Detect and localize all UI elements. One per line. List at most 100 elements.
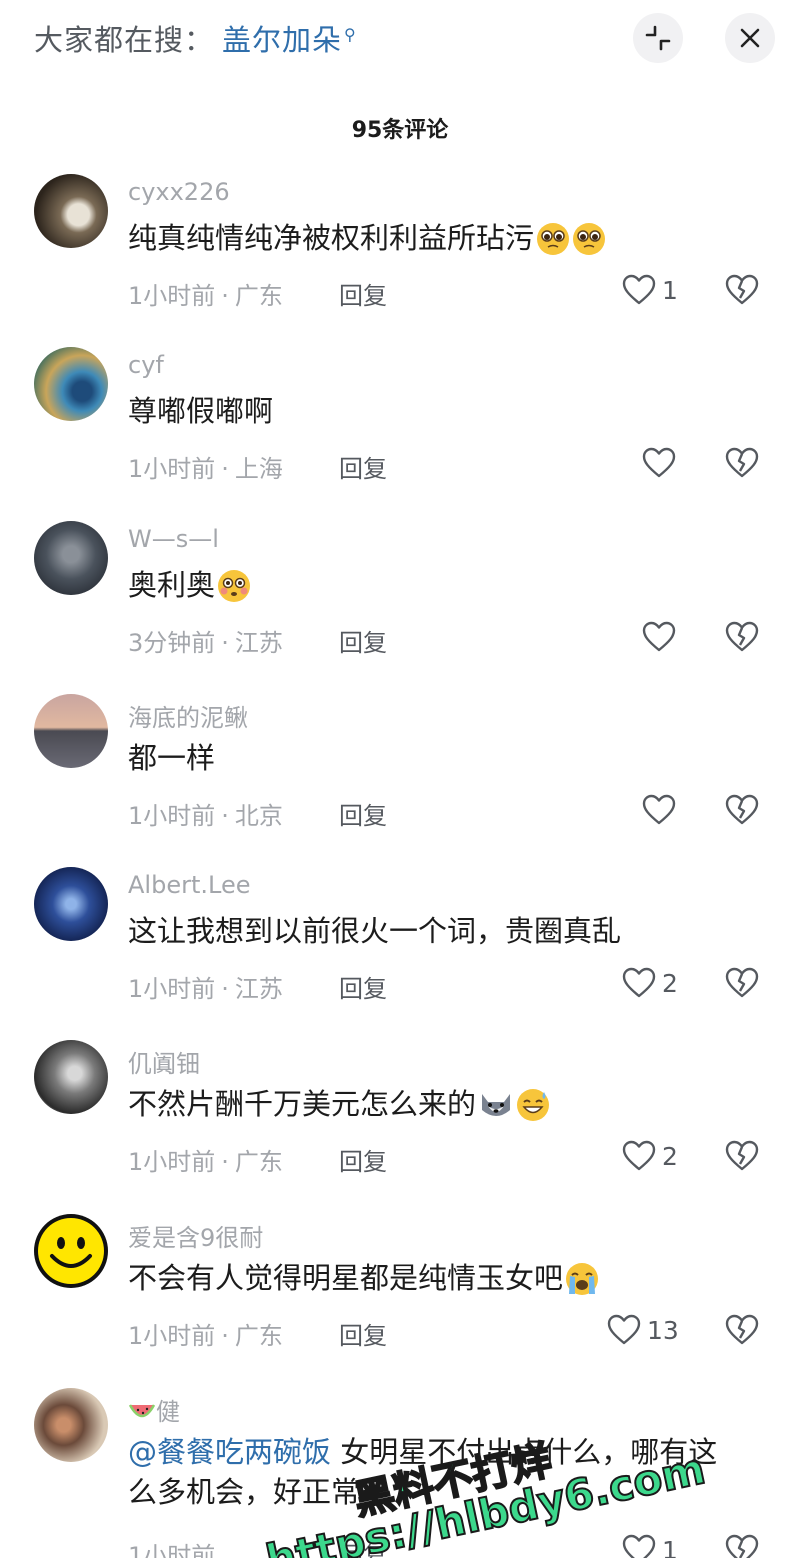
mention-link[interactable]: @餐餐吃两碗饭 [128,1435,331,1469]
heart-icon [622,1534,656,1558]
pleading-face-icon [536,222,570,266]
reply-button[interactable]: 回复 [339,276,387,311]
reply-button[interactable]: 回复 [339,796,387,831]
avatar[interactable] [34,521,108,595]
dislike-button[interactable] [724,274,760,310]
heart-icon [622,967,656,998]
comment-username[interactable]: 海底的泥鳅 [128,698,248,733]
comment-item: W—s—l 奥利奥 3分钟前 · 江苏 回复 [0,521,800,695]
loudly-crying-face-icon [565,1262,599,1306]
reply-button[interactable]: 回复 [339,1316,387,1351]
broken-heart-icon [725,1314,759,1345]
like-button[interactable]: 2 [622,1140,678,1172]
avatar[interactable] [34,347,108,421]
smiley-avatar-icon [38,1218,104,1284]
avatar[interactable] [34,1214,108,1288]
dislike-button[interactable] [724,967,760,1003]
comment-location: 广东 [234,1148,283,1176]
avatar[interactable] [34,174,108,248]
watermelon-icon [128,1398,156,1426]
comment-item: Albert.Lee 这让我想到以前很火一个词，贵圈真乱 1小时前 · 江苏 回复 … [0,867,800,1041]
dislike-button[interactable] [724,1314,760,1350]
broken-heart-icon [725,1140,759,1171]
grinning-sweat-face-icon [516,1088,550,1132]
dislike-button[interactable] [724,447,760,483]
like-button[interactable]: 1 [622,1534,678,1558]
comment-username[interactable]: cyxx226 [128,178,230,206]
comment-location: 广东 [234,282,283,310]
dislike-button[interactable] [724,1140,760,1176]
avatar[interactable] [34,694,108,768]
comment-username[interactable]: 健 [128,1392,180,1427]
heart-icon [622,274,656,305]
broken-heart-icon [725,621,759,652]
heart-icon [607,1314,641,1345]
dislike-button[interactable] [724,1534,760,1558]
reply-button[interactable]: 回复 [339,623,387,658]
search-prefix: 大家都在搜： [34,23,215,57]
reply-button[interactable]: 回复 [339,969,387,1004]
avatar[interactable] [34,1040,108,1114]
like-button[interactable]: 1 [622,274,678,306]
comment-text: 奥利奥 [128,565,251,613]
collapse-icon [645,25,671,51]
broken-heart-icon [725,447,759,478]
like-button[interactable]: 13 [607,1314,679,1346]
comment-username[interactable]: 爱是含9很耐 [128,1218,263,1253]
heart-icon [642,794,676,825]
like-button[interactable] [642,794,676,826]
close-button[interactable] [725,13,775,63]
search-term: 盖尔加朵 [222,23,343,57]
broken-heart-icon [725,794,759,825]
comment-location: 江苏 [234,629,283,657]
comment-time: 1小时前 [128,1542,216,1558]
comment-username[interactable]: 仉阗钿 [128,1044,200,1079]
avatar[interactable] [34,1388,108,1462]
comment-location: 北京 [234,802,283,830]
comment-item: 爱是含9很耐 不会有人觉得明星都是纯情玉女吧 1小时前 · 广东 回复 13 [0,1214,800,1388]
dislike-button[interactable] [724,621,760,657]
like-button[interactable] [642,621,676,653]
comment-text: 纯真纯情纯净被权利利益所玷污 [128,218,606,266]
broken-heart-icon [725,967,759,998]
comment-text: 不会有人觉得明星都是纯情玉女吧 [128,1258,599,1306]
dislike-button[interactable] [724,794,760,830]
like-count: 1 [662,275,678,305]
like-button[interactable] [642,447,676,479]
reply-button[interactable]: 回复 [339,449,387,484]
reply-button[interactable]: 回复 [339,1142,387,1177]
comment-time: 1小时前 [128,1322,216,1350]
broken-heart-icon [725,274,759,305]
comment-username[interactable]: cyf [128,351,164,379]
comment-item: 海底的泥鳅 都一样 1小时前 · 北京 回复 [0,694,800,868]
comment-meta: 1小时前 · 广东 [128,1322,283,1350]
comment-time: 1小时前 [128,455,216,483]
like-button[interactable]: 2 [622,967,678,999]
comment-meta: 1小时前 · 北京 [128,802,283,830]
collapse-button[interactable] [633,13,683,63]
top-bar: 大家都在搜： 盖尔加朵 ⚲ [0,0,800,84]
comment-item: 仉阗钿 不然片酬千万美元怎么来的 1小时前 · 广东 回复 2 [0,1040,800,1214]
comment-location: 广东 [234,1322,283,1350]
comment-time: 1小时前 [128,975,216,1003]
pleading-face-icon [572,222,606,266]
comment-username[interactable]: W—s—l [128,525,219,553]
comment-meta: 1小时前 · 广东 [128,1148,283,1176]
comment-time: 1小时前 [128,1148,216,1176]
comment-meta: 1小时前 [128,1536,215,1558]
comment-text: 不然片酬千万美元怎么来的 [128,1084,550,1132]
search-suggestion-link[interactable]: 盖尔加朵 ⚲ [222,17,356,59]
comment-time: 1小时前 [128,282,216,310]
comment-location: 上海 [234,455,283,483]
like-count: 2 [662,1141,678,1171]
comment-text: 这让我想到以前很火一个词，贵圈真乱 [128,914,622,948]
dog-face-icon [478,1088,514,1132]
comment-username[interactable]: Albert.Lee [128,871,250,899]
broken-heart-icon [725,1534,759,1558]
comment-meta: 1小时前 · 上海 [128,455,283,483]
avatar[interactable] [34,867,108,941]
heart-icon [642,621,676,652]
comment-count: 95条评论 [351,118,449,143]
comment-item: cyxx226 纯真纯情纯净被权利利益所玷污 1小时前 · 广东 回复 1 [0,174,800,348]
comment-item: cyf 尊嘟假嘟啊 1小时前 · 上海 回复 [0,347,800,521]
